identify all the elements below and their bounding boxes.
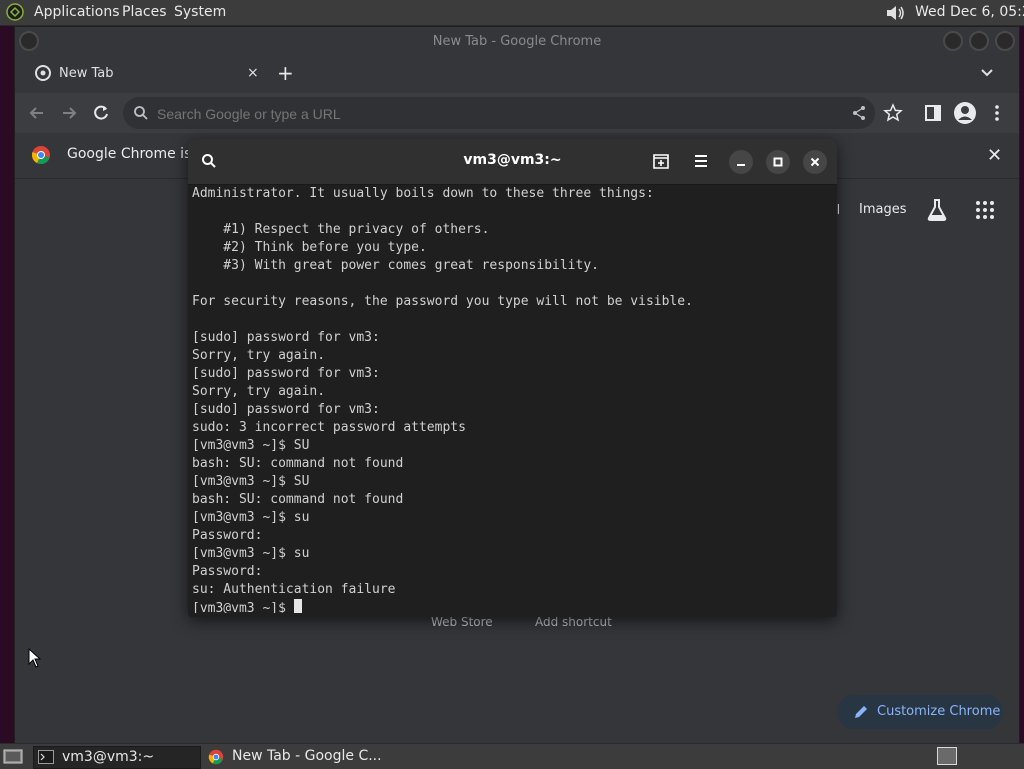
- terminal-window[interactable]: vm3@vm3:~ Administrator. It usually boil…: [188, 139, 837, 617]
- pencil-icon: [855, 706, 867, 718]
- search-icon: [134, 106, 148, 120]
- terminal-line: [sudo] password for vm3:: [192, 330, 380, 345]
- tab-close-button[interactable]: ×: [247, 65, 259, 81]
- menu-system[interactable]: System: [174, 4, 226, 20]
- forward-arrow-icon[interactable]: [59, 103, 79, 123]
- chrome-toolbar: [15, 93, 1019, 133]
- terminal-line: #1) Respect the privacy of others.: [192, 222, 490, 237]
- top-panel: Applications Places System Wed Dec 6, 05…: [0, 0, 1024, 26]
- shortcut-add[interactable]: Add shortcut: [535, 615, 612, 629]
- customize-chrome-label: Customize Chrome: [877, 704, 1001, 719]
- terminal-headerbar[interactable]: vm3@vm3:~: [188, 139, 837, 185]
- back-arrow-icon[interactable]: [27, 103, 47, 123]
- clock[interactable]: Wed Dec 6, 05:21: [915, 4, 1024, 20]
- terminal-line: #3) With great power comes great respons…: [192, 258, 599, 273]
- terminal-line: [vm3@vm3 ~]$ su: [192, 510, 310, 525]
- terminal-close-button[interactable]: [803, 150, 827, 174]
- terminal-prompt-line[interactable]: [vm3@vm3 ~]$: [192, 599, 832, 613]
- customize-chrome-button[interactable]: Customize Chrome: [837, 695, 1003, 729]
- infobar-close-button[interactable]: ✕: [987, 145, 1002, 166]
- terminal-line: For security reasons, the password you t…: [192, 294, 693, 309]
- chrome-window-title: New Tab - Google Chrome: [432, 34, 602, 49]
- window-maximize-button[interactable]: [969, 31, 989, 51]
- new-tab-button[interactable]: +: [277, 61, 294, 85]
- omnibox-input[interactable]: [155, 103, 659, 125]
- terminal-cursor: [293, 599, 302, 613]
- terminal-maximize-button[interactable]: [766, 150, 790, 174]
- profile-avatar-icon[interactable]: [953, 101, 977, 125]
- terminal-line: bash: SU: command not found: [192, 456, 404, 471]
- chrome-logo-icon: [208, 749, 224, 765]
- tab-search-chevron-icon[interactable]: [979, 64, 995, 80]
- terminal-line: Sorry, try again.: [192, 384, 326, 399]
- task-chrome[interactable]: New Tab - Google C...: [204, 746, 384, 767]
- terminal-line: #2) Think before you type.: [192, 240, 427, 255]
- terminal-line: su: Authentication failure: [192, 582, 396, 597]
- terminal-icon: [38, 750, 54, 764]
- terminal-line: bash: SU: command not found: [192, 492, 404, 507]
- terminal-line: sudo: 3 incorrect password attempts: [192, 420, 466, 435]
- labs-flask-icon[interactable]: [926, 198, 948, 222]
- terminal-minimize-button[interactable]: [729, 150, 753, 174]
- chrome-logo-icon: [32, 146, 50, 164]
- terminal-line: Password:: [192, 528, 263, 543]
- window-close-button[interactable]: [995, 31, 1015, 51]
- tab-strip: New Tab × +: [15, 57, 1019, 93]
- window-minimize-button[interactable]: [943, 31, 963, 51]
- bottom-taskbar: vm3@vm3:~ New Tab - Google C...: [0, 743, 1024, 769]
- tab-new-tab[interactable]: New Tab ×: [21, 57, 261, 90]
- bookmark-star-icon[interactable]: [883, 103, 903, 123]
- omnibox[interactable]: [123, 97, 875, 129]
- terminal-line: [sudo] password for vm3:: [192, 402, 380, 417]
- chrome-favicon-icon: [35, 65, 51, 81]
- new-terminal-tab-icon[interactable]: [652, 152, 670, 170]
- shortcut-web-store[interactable]: Web Store: [431, 615, 493, 629]
- side-panel-icon[interactable]: [923, 103, 943, 123]
- infobar-text: Google Chrome isn': [67, 146, 205, 162]
- chrome-titlebar[interactable]: New Tab - Google Chrome: [15, 27, 1019, 57]
- maximize-icon: [773, 157, 783, 167]
- close-icon: [810, 157, 820, 167]
- tab-title: New Tab: [59, 66, 114, 81]
- menu-places[interactable]: Places: [122, 4, 167, 20]
- terminal-line: Sorry, try again.: [192, 348, 326, 363]
- chrome-menu-kebab-icon[interactable]: [991, 103, 1003, 123]
- volume-icon[interactable]: [884, 3, 906, 23]
- mouse-pointer-icon: [28, 648, 42, 668]
- distro-logo-icon[interactable]: [6, 3, 24, 21]
- terminal-line: Administrator. It usually boils down to …: [192, 186, 654, 201]
- share-icon[interactable]: [851, 105, 867, 121]
- terminal-line: [vm3@vm3 ~]$ SU: [192, 474, 310, 489]
- terminal-line: [vm3@vm3 ~]$ SU: [192, 438, 310, 453]
- workspace-switcher[interactable]: [937, 747, 957, 765]
- menu-applications[interactable]: Applications: [34, 4, 120, 20]
- terminal-output[interactable]: Administrator. It usually boils down to …: [192, 185, 832, 613]
- terminal-line: [vm3@vm3 ~]$ su: [192, 546, 310, 561]
- terminal-line: Password:: [192, 564, 263, 579]
- reload-icon[interactable]: [91, 103, 111, 123]
- google-apps-grid-icon[interactable]: [975, 200, 995, 220]
- hamburger-menu-icon[interactable]: [693, 152, 709, 170]
- task-terminal[interactable]: vm3@vm3:~: [33, 746, 201, 769]
- terminal-prompt: [vm3@vm3 ~]$: [192, 601, 294, 613]
- task-terminal-label: vm3@vm3:~: [62, 749, 155, 765]
- terminal-line: [sudo] password for vm3:: [192, 366, 380, 381]
- show-desktop-icon[interactable]: [3, 748, 23, 766]
- task-chrome-label: New Tab - Google C...: [232, 748, 382, 764]
- minimize-icon: [737, 164, 745, 166]
- images-link[interactable]: Images: [859, 202, 907, 217]
